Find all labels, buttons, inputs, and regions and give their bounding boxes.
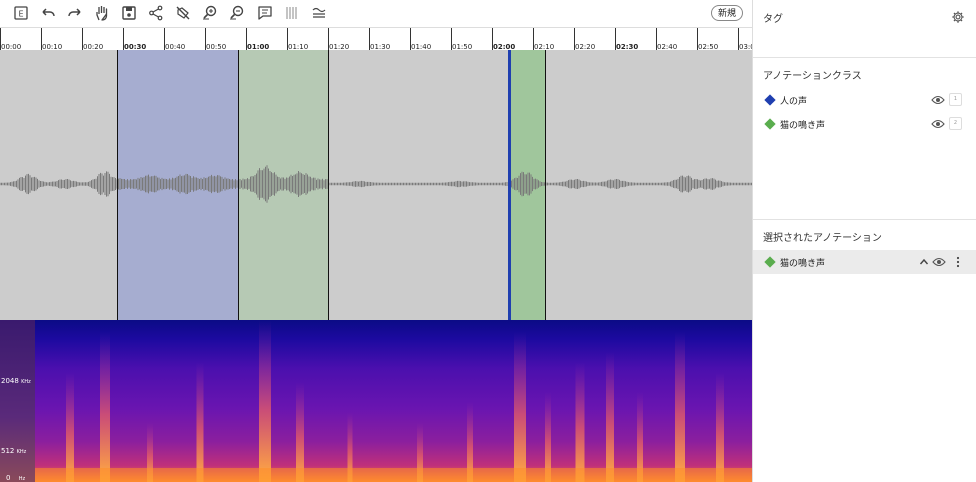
class-label: 人の声 — [780, 97, 808, 107]
waveform-trace — [0, 165, 752, 203]
e-icon[interactable]: E — [11, 3, 31, 23]
timeline-tick-label: 02:10 — [534, 43, 555, 50]
spectrogram-energy-band — [196, 362, 204, 482]
selected-annotation-item[interactable]: 猫の鳴き声 — [753, 250, 976, 274]
timeline-ruler[interactable]: 00:00 00:10 00:20 00:30 00:40 00:50 01:00 01:10… — [0, 27, 752, 50]
freq-label-2048: 2048 KHz — [1, 377, 31, 385]
spectrogram-energy-band — [514, 332, 526, 482]
toolbar: E 新規 — [0, 0, 752, 27]
timeline-tick-label: 02:30 — [616, 43, 639, 50]
selected-annotation-title: 選択されたアノテーション — [763, 233, 882, 244]
freq-label-0: 0 Hz — [6, 474, 26, 482]
timeline-tick-label: 02:40 — [657, 43, 678, 50]
redo-icon[interactable] — [65, 3, 85, 23]
eye-icon[interactable] — [932, 256, 946, 268]
timeline-tick-label: 02:00 — [493, 43, 516, 50]
timeline-tick-label: 00:20 — [83, 43, 104, 50]
spectrogram-energy-band — [259, 320, 271, 482]
diamond-icon — [764, 256, 776, 268]
timeline-tick-label: 00:50 — [206, 43, 227, 50]
timeline-tick-label: 01:50 — [452, 43, 473, 50]
spectrogram-energy-band — [575, 362, 585, 482]
region-edge-handle[interactable] — [116, 50, 118, 320]
class-item-human-voice[interactable]: 人の声 1 — [763, 91, 967, 111]
comment-icon[interactable] — [255, 3, 275, 23]
class-label: 猫の鳴き声 — [780, 121, 826, 131]
spectrogram-energy-band — [66, 372, 74, 482]
tags-title: タグ — [763, 14, 783, 25]
region-edge-handle[interactable] — [328, 50, 329, 320]
app-root: E 新規 00:00 00:10 00:20 00:30 00:40 00:50… — [0, 0, 976, 482]
svg-text:E: E — [18, 10, 23, 19]
spectrogram-energy-band — [716, 372, 724, 482]
timeline-tick-label: 00:00 — [1, 43, 22, 50]
waveform-svg — [0, 165, 752, 203]
spectrogram-energy-band — [675, 332, 685, 482]
diamond-icon — [764, 94, 776, 106]
chevron-up-icon[interactable] — [919, 257, 929, 267]
new-button[interactable]: 新規 — [711, 5, 744, 21]
more-vertical-icon[interactable] — [955, 256, 961, 268]
timeline-tick-label: 00:40 — [165, 43, 186, 50]
timeline-tick-label: 01:00 — [247, 43, 270, 50]
hand-icon[interactable] — [92, 3, 112, 23]
class-item-cat-meow[interactable]: 猫の鳴き声 2 — [763, 115, 967, 135]
region-edge-handle[interactable] — [545, 50, 547, 320]
spectrogram-view[interactable]: 2048 KHz 512 KHz 0 Hz — [0, 320, 752, 482]
shortcut-key-box[interactable]: 1 — [949, 93, 962, 106]
spectrogram-energy-band — [606, 352, 614, 482]
zoom-in-icon[interactable] — [200, 3, 220, 23]
filter-icon[interactable] — [309, 3, 329, 23]
timeline-tick-label: 01:30 — [370, 43, 391, 50]
eye-icon[interactable] — [931, 118, 945, 130]
grid-lines-icon[interactable] — [282, 3, 302, 23]
spectrogram-energy-band — [296, 382, 304, 482]
divider — [753, 219, 976, 220]
undo-icon[interactable] — [38, 3, 58, 23]
timeline-tick-label: 01:40 — [411, 43, 432, 50]
shortcut-key-box[interactable]: 2 — [949, 117, 962, 130]
timeline-tick-label: 03:0 — [739, 43, 752, 50]
selected-annotation-label: 猫の鳴き声 — [780, 259, 826, 269]
spectrogram-low-freq-band — [0, 468, 752, 482]
save-icon[interactable] — [119, 3, 139, 23]
share-icon[interactable] — [146, 3, 166, 23]
waveform-view[interactable] — [0, 50, 752, 320]
gear-icon[interactable] — [951, 9, 965, 23]
annotation-panel: タグ アノテーションクラス 人の声 1 猫の鳴き声 2 選択されたアノテーション… — [752, 0, 976, 482]
eye-icon[interactable] — [931, 94, 945, 106]
timeline-tick-label: 01:20 — [329, 43, 350, 50]
spectrogram-energy-band — [100, 332, 110, 482]
freq-label-512: 512 KHz — [1, 447, 27, 455]
timeline-tick-label: 01:10 — [288, 43, 309, 50]
divider — [753, 57, 976, 58]
diamond-icon — [764, 118, 776, 130]
hide-region-icon[interactable] — [173, 3, 193, 23]
classes-title: アノテーションクラス — [763, 71, 862, 82]
spectrogram-svg — [0, 320, 752, 482]
zoom-out-icon[interactable] — [227, 3, 247, 23]
timeline-tick-label: 02:50 — [698, 43, 719, 50]
frequency-axis: 2048 KHz 512 KHz 0 Hz — [0, 320, 35, 482]
timeline-tick-label: 00:10 — [42, 43, 63, 50]
region-edge-handle[interactable] — [237, 50, 239, 320]
timeline-tick-label: 00:30 — [124, 43, 147, 50]
region-edge-handle[interactable] — [508, 50, 512, 320]
timeline-tick-label: 02:20 — [575, 43, 596, 50]
